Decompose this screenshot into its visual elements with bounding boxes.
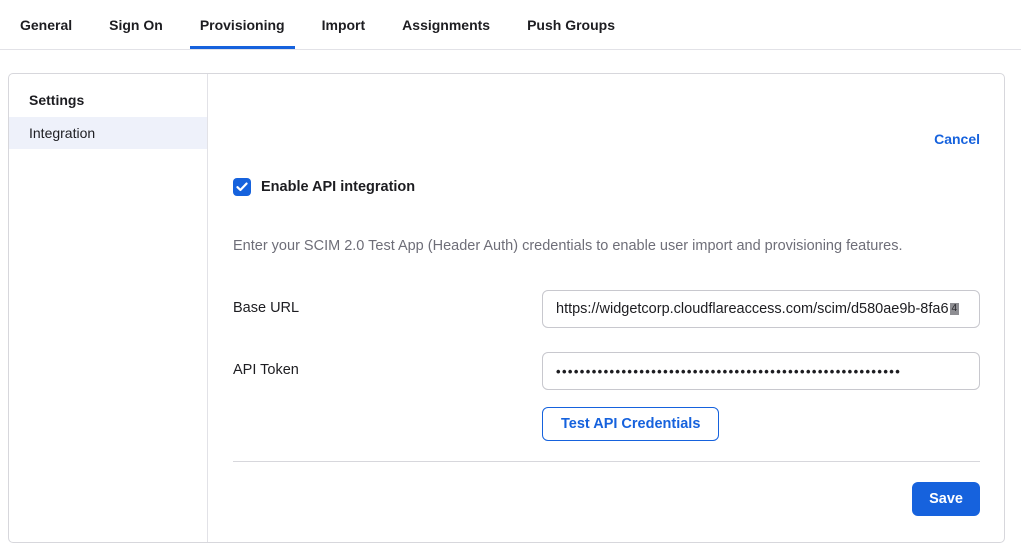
- api-token-input[interactable]: ••••••••••••••••••••••••••••••••••••••••…: [542, 352, 980, 390]
- api-token-row: API Token ••••••••••••••••••••••••••••••…: [233, 352, 980, 390]
- tab-assignments[interactable]: Assignments: [392, 0, 500, 49]
- tab-import[interactable]: Import: [312, 0, 376, 49]
- footer-divider: [233, 461, 980, 462]
- enable-api-checkbox-label: Enable API integration: [261, 179, 415, 195]
- enable-api-checkbox[interactable]: [233, 178, 251, 196]
- base-url-row: Base URL https://widgetcorp.cloudflareac…: [233, 290, 980, 328]
- tab-general[interactable]: General: [10, 0, 82, 49]
- tab-sign-on[interactable]: Sign On: [99, 0, 173, 49]
- enable-api-row: Enable API integration: [233, 178, 980, 196]
- base-url-selection-tail: 4: [950, 303, 960, 315]
- test-credentials-row: Test API Credentials: [542, 407, 980, 441]
- base-url-label: Base URL: [233, 290, 542, 316]
- tab-push-groups[interactable]: Push Groups: [517, 0, 625, 49]
- credentials-description: Enter your SCIM 2.0 Test App (Header Aut…: [233, 238, 980, 254]
- tab-provisioning[interactable]: Provisioning: [190, 0, 295, 49]
- cancel-link[interactable]: Cancel: [934, 131, 980, 147]
- base-url-value: https://widgetcorp.cloudflareaccess.com/…: [556, 301, 949, 317]
- settings-sidebar: Settings Integration: [9, 74, 208, 542]
- integration-settings-form: Cancel Enable API integration Enter your…: [208, 74, 1004, 542]
- sidebar-heading: Settings: [9, 83, 207, 117]
- provisioning-panel: Settings Integration Cancel Enable API i…: [8, 73, 1005, 543]
- base-url-input[interactable]: https://widgetcorp.cloudflareaccess.com/…: [542, 290, 980, 328]
- save-row: Save: [233, 482, 980, 516]
- sidebar-item-integration[interactable]: Integration: [9, 117, 207, 149]
- app-tab-bar: General Sign On Provisioning Import Assi…: [0, 0, 1021, 50]
- cancel-row: Cancel: [233, 131, 980, 149]
- test-api-credentials-button[interactable]: Test API Credentials: [542, 407, 719, 441]
- save-button[interactable]: Save: [912, 482, 980, 516]
- api-token-masked-value: ••••••••••••••••••••••••••••••••••••••••…: [556, 364, 901, 379]
- api-token-label: API Token: [233, 352, 542, 378]
- checkmark-icon: [236, 182, 248, 192]
